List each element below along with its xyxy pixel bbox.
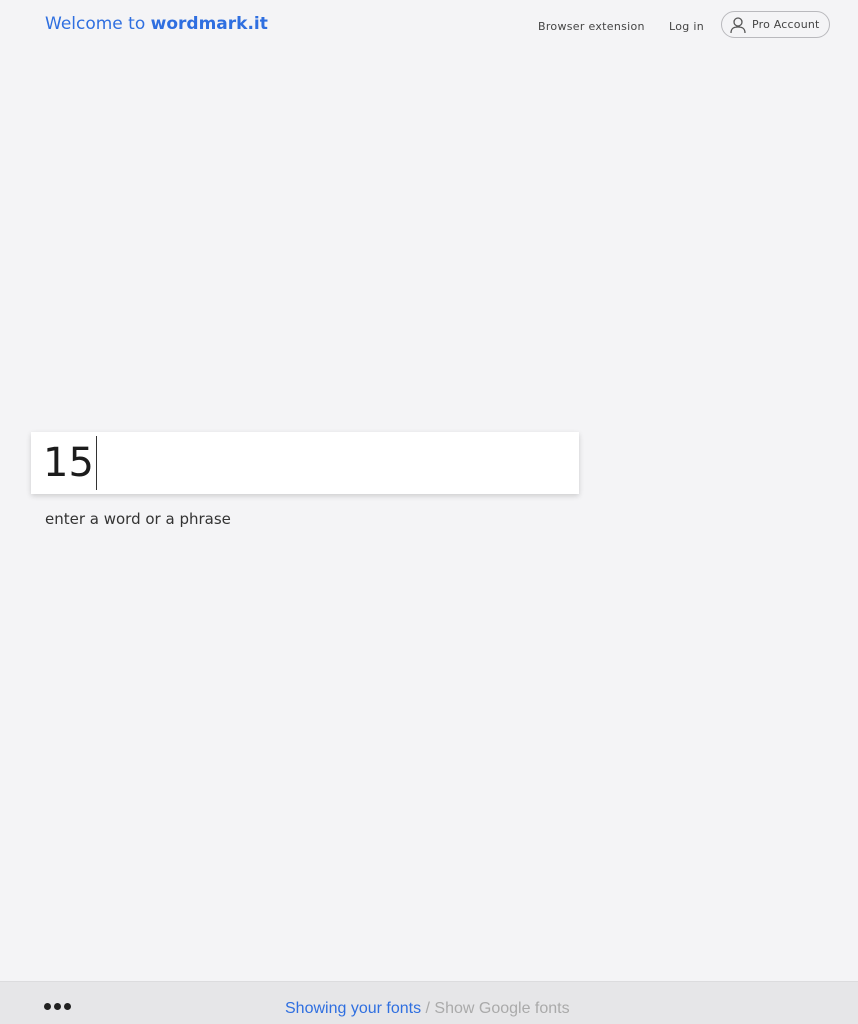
toggle-separator: /: [421, 1000, 435, 1017]
text-caret: [95, 436, 97, 490]
font-source-toggle: Showing your fonts / Show Google fonts: [285, 1000, 570, 1018]
brand-name: wordmark.it: [150, 14, 268, 34]
user-icon: [730, 16, 746, 33]
pro-account-button[interactable]: Pro Account: [721, 11, 830, 38]
dot: [64, 1003, 71, 1010]
brand-title[interactable]: Welcome to wordmark.it: [45, 14, 268, 34]
browser-extension-link[interactable]: Browser extension: [538, 20, 645, 33]
top-bar: Welcome to wordmark.it Browser extension…: [0, 0, 858, 52]
dot: [44, 1003, 51, 1010]
footer-bar: Showing your fonts / Show Google fonts: [0, 981, 858, 1024]
brand-prefix: Welcome to: [45, 14, 151, 34]
log-in-link[interactable]: Log in: [669, 20, 704, 33]
word-input-value: 15: [43, 440, 94, 486]
word-input[interactable]: 15: [31, 432, 579, 494]
show-google-fonts-link[interactable]: Show Google fonts: [434, 1000, 569, 1017]
pro-account-label: Pro Account: [752, 18, 820, 31]
showing-your-fonts-link[interactable]: Showing your fonts: [285, 1000, 421, 1017]
page: Welcome to wordmark.it Browser extension…: [0, 0, 858, 1024]
ellipsis-icon[interactable]: [44, 1003, 71, 1010]
input-hint: enter a word or a phrase: [45, 510, 231, 528]
dot: [54, 1003, 61, 1010]
